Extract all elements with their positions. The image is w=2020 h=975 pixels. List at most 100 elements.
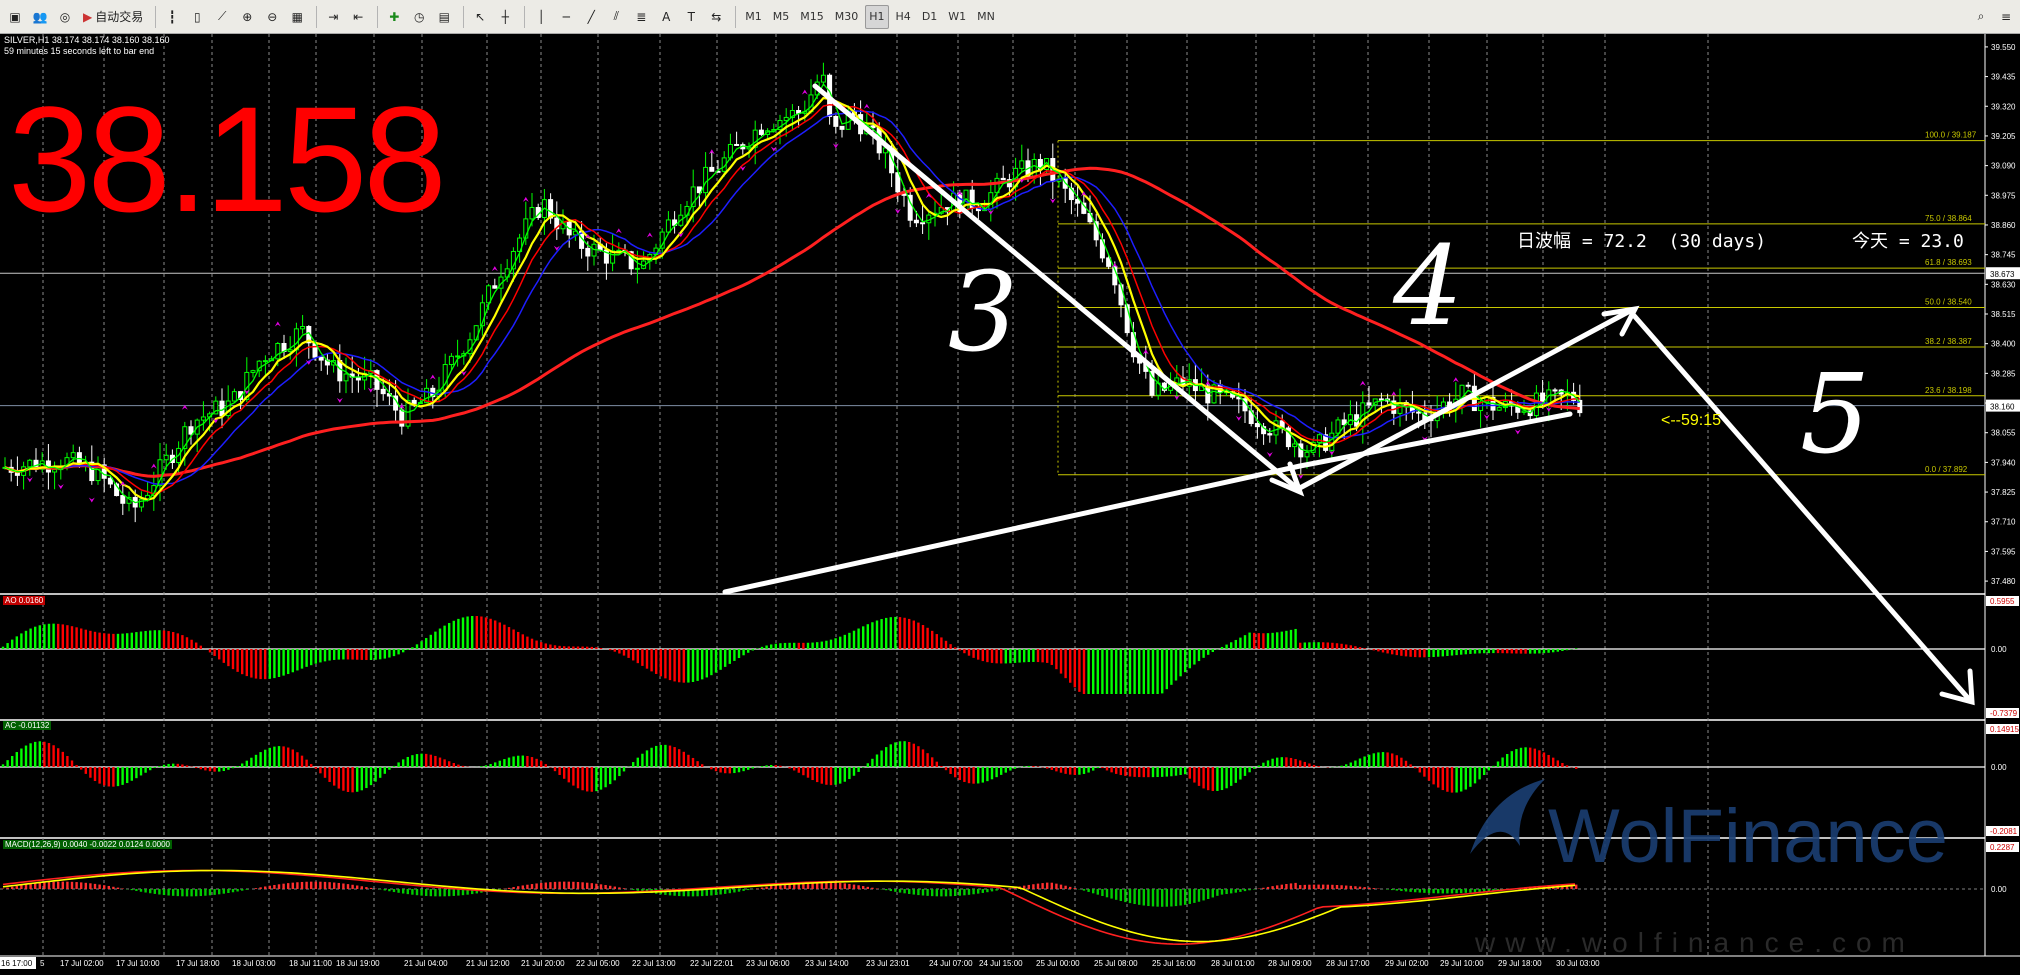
time-axis-label: 22 Jul 13:00 (632, 959, 676, 968)
candle-body (920, 222, 926, 225)
horizontal-line-icon[interactable]: ─ (555, 5, 577, 29)
fib-level-label: 75.0 / 38.864 (1925, 214, 1972, 223)
timeframe-m1-button[interactable]: M1 (741, 5, 766, 29)
chart-list-icon[interactable]: ≡ (1995, 5, 2017, 29)
vertical-line-icon[interactable]: │ (530, 5, 552, 29)
timeframe-bar: M1 M5 M15 M30 H1 H4 D1 W1 MN (741, 4, 1002, 29)
toolbar-separator (316, 5, 318, 28)
label-icon[interactable]: T (680, 5, 702, 29)
handwritten-wave-label: 5 (1800, 350, 1870, 478)
price-tick-label: 38.055 (1991, 429, 2016, 438)
cursor-icon[interactable]: ↖ (469, 5, 491, 29)
candle-body (1552, 389, 1558, 392)
candle-body (70, 452, 76, 459)
fib-level-label: 61.8 / 38.693 (1925, 258, 1972, 267)
time-axis-label: 17 Jul 18:00 (176, 959, 220, 968)
time-axis-label: 25 Jul 16:00 (1152, 959, 1196, 968)
fractal-up-arrow (150, 463, 157, 469)
price-tick-label: 38.860 (1991, 221, 2016, 230)
fractal-down-arrow (1266, 451, 1273, 457)
ao-zero-value: 0.00 (1991, 645, 2007, 654)
candle-body (1304, 451, 1310, 458)
price-tick-label: 39.090 (1991, 162, 2016, 171)
toolbar-separator (377, 5, 379, 28)
candle-body (300, 326, 306, 330)
time-axis-label: 22 Jul 05:00 (576, 959, 620, 968)
handwritten-wave-label: 3 (948, 248, 1018, 376)
auto-trade-button[interactable]: ▶ 自动交易 (79, 5, 147, 29)
fractal-up-arrow (863, 103, 870, 109)
time-axis-label: 25 Jul 00:00 (1036, 959, 1080, 968)
text-icon[interactable]: A (655, 5, 677, 29)
timeframe-w1-button[interactable]: W1 (944, 5, 970, 29)
fractal-up-arrow (522, 196, 529, 202)
time-axis-label: 28 Jul 01:00 (1211, 959, 1255, 968)
timeframe-h1-button[interactable]: H1 (865, 4, 889, 29)
auto-scroll-icon[interactable]: ⇥ (322, 5, 344, 29)
fib-level-label: 50.0 / 38.540 (1925, 298, 1972, 307)
candle-body (833, 115, 839, 127)
candlestick-icon[interactable]: ▯ (186, 5, 208, 29)
fractal-up-arrow (274, 321, 281, 327)
candle-body (200, 416, 206, 421)
time-axis-label: 30 Jul 03:00 (1556, 959, 1600, 968)
bar-timer: 59 minutes 15 seconds left to bar end (4, 46, 155, 56)
timeframe-d1-button[interactable]: D1 (918, 5, 941, 29)
candle-body (287, 349, 293, 352)
zoom-in-icon[interactable]: ⊕ (236, 5, 258, 29)
indicators-icon[interactable]: ✚ (383, 5, 405, 29)
candle-body (839, 125, 845, 130)
auto-trade-label: 自动交易 (95, 10, 144, 24)
templates-icon[interactable]: ▤ (433, 5, 455, 29)
time-axis-label: 28 Jul 09:00 (1268, 959, 1312, 968)
search-icon[interactable]: ⌕ (1970, 5, 1992, 29)
market-watch-icon[interactable]: ◎ (54, 5, 76, 29)
timeframe-m5-button[interactable]: M5 (769, 5, 794, 29)
candle-body (262, 360, 268, 363)
timeframe-h4-button[interactable]: H4 (892, 5, 915, 29)
candle-body (1254, 423, 1260, 428)
candle-body (1465, 384, 1471, 387)
time-axis-label: 24 Jul 15:00 (979, 959, 1023, 968)
arrows-icon[interactable]: ⇆ (705, 5, 727, 29)
price-tick-label: 39.320 (1991, 102, 2016, 111)
candle-body (703, 166, 709, 194)
candle-body (448, 355, 454, 366)
chart-shift-icon[interactable]: ⇤ (347, 5, 369, 29)
timeframe-mn-button[interactable]: MN (973, 5, 999, 29)
candle-body (219, 400, 225, 417)
time-axis-label: 5 (40, 959, 45, 968)
fibonacci-icon[interactable]: ≣ (630, 5, 652, 29)
timeframe-m30-button[interactable]: M30 (831, 5, 863, 29)
fractal-down-arrow (336, 397, 343, 403)
price-tick-label: 37.825 (1991, 488, 2016, 497)
time-axis-label: 17 Jul 10:00 (116, 959, 160, 968)
time-axis-label: 29 Jul 02:00 (1385, 959, 1429, 968)
candle-body (455, 355, 461, 358)
candle-body (492, 285, 498, 289)
crosshair-icon[interactable]: ┼ (494, 5, 516, 29)
new-chart-icon[interactable]: ▣ (4, 5, 26, 29)
periods-icon[interactable]: ◷ (408, 5, 430, 29)
candle-body (318, 356, 324, 361)
candle-body (1118, 284, 1124, 306)
trendline-icon[interactable]: ╱ (580, 5, 602, 29)
bar-chart-icon[interactable]: ┇ (161, 5, 183, 29)
macd-label: MACD(12,26,9) 0.0040 -0.0022 0.0124 0.00… (3, 840, 173, 849)
candle-body (913, 219, 919, 224)
level-tag-label: 38.673 (1990, 270, 2015, 279)
time-axis-label: 23 Jul 14:00 (805, 959, 849, 968)
watermark-brand: WolFinance (1548, 794, 1948, 879)
auto-trade-icon: ▶ (83, 9, 93, 24)
zoom-out-icon[interactable]: ⊖ (261, 5, 283, 29)
price-tick-label: 37.940 (1991, 458, 2016, 467)
candle-body (138, 498, 144, 508)
time-axis-label: 18 Jul 03:00 (232, 959, 276, 968)
candle-body (1267, 433, 1273, 436)
chart-window[interactable]: 39.550 39.435 39.320 39.205 39.090 38.975 38.8… (0, 34, 2020, 971)
tile-windows-icon[interactable]: ▦ (286, 5, 308, 29)
channel-icon[interactable]: ⫽ (605, 5, 627, 29)
timeframe-m15-button[interactable]: M15 (796, 5, 828, 29)
line-chart-icon[interactable]: ⟋ (211, 5, 233, 29)
profiles-icon[interactable]: 👥 (29, 5, 51, 29)
